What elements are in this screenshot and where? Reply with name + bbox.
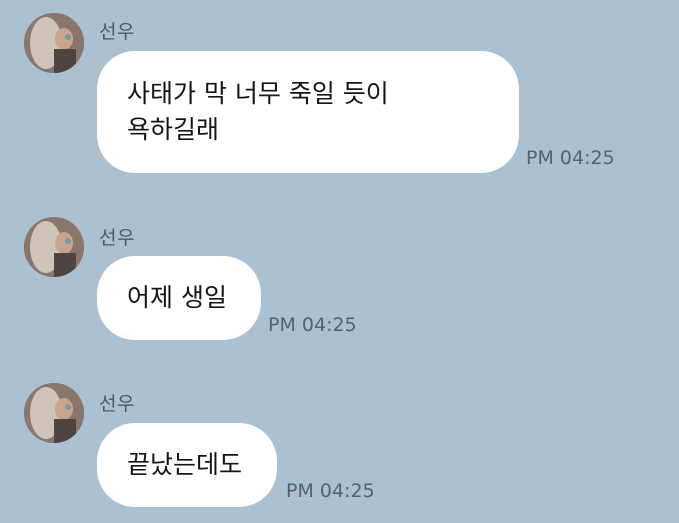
message-text-line: 끝났는데도 xyxy=(127,450,243,479)
message-bubble[interactable]: 끝났는데도 xyxy=(97,423,277,507)
message-timestamp: PM 04:25 xyxy=(526,147,615,169)
sender-name: 선우 xyxy=(99,21,135,43)
profile-photo-icon xyxy=(24,217,84,277)
profile-photo-icon xyxy=(24,383,84,443)
profile-photo-icon xyxy=(24,13,84,73)
sender-name: 선우 xyxy=(99,227,135,249)
sender-avatar[interactable] xyxy=(24,383,84,443)
message-text-line: 사태가 막 너무 죽일 듯이 xyxy=(127,79,389,108)
sender-avatar[interactable] xyxy=(24,13,84,73)
message-timestamp: PM 04:25 xyxy=(286,480,375,502)
message-bubble[interactable]: 어제 생일 xyxy=(97,256,261,340)
sender-avatar[interactable] xyxy=(24,217,84,277)
message-timestamp: PM 04:25 xyxy=(268,314,357,336)
message-text-line: 어제 생일 xyxy=(127,283,227,312)
sender-name: 선우 xyxy=(99,393,135,415)
message-bubble[interactable]: 사태가 막 너무 죽일 듯이 욕하길래 xyxy=(97,51,519,173)
message-text-line: 욕하길래 xyxy=(127,115,220,144)
